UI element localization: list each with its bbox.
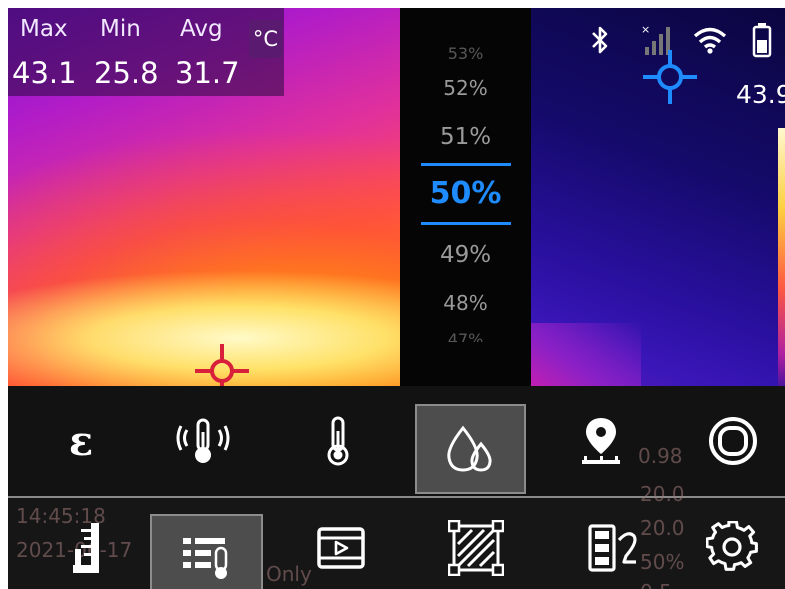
bluetooth-icon: [586, 22, 614, 58]
min-label: Min: [100, 16, 141, 42]
emissivity-button[interactable]: ε: [26, 398, 136, 484]
wheel-selection-bottom-line: [421, 222, 511, 225]
max-label: Max: [20, 16, 68, 42]
distance-pin-icon: [581, 418, 620, 464]
min-value: 25.8: [94, 56, 159, 90]
humidity-button[interactable]: [415, 404, 526, 494]
palette-edit-button[interactable]: [563, 510, 663, 585]
wheel-option[interactable]: 48%: [400, 291, 531, 315]
video-icon: [317, 526, 365, 569]
avg-value: 31.7: [175, 56, 240, 90]
battery-icon: [750, 22, 774, 58]
temperature-list-button[interactable]: [150, 514, 263, 589]
thermal-hot-corner: [531, 323, 641, 393]
reflected-temperature-button[interactable]: [148, 398, 258, 484]
distance-button[interactable]: [553, 398, 648, 484]
humidity-picker-wheel[interactable]: 53% 52% 51% 50% 49% 48% 47%: [400, 8, 531, 393]
wheel-option-selected[interactable]: 50%: [400, 176, 531, 211]
unit-toggle-button[interactable]: °C: [249, 20, 282, 58]
temperature-button[interactable]: [283, 398, 393, 484]
function-toolbar: 14:45:18 2021-06-17 Only 20.0 20.0 50% 0…: [8, 482, 785, 589]
max-temperature-crosshair[interactable]: [641, 48, 699, 110]
cursor-temperature-value: 43.9: [736, 80, 785, 109]
temperature-stats-panel: Max Min Avg 43.1 25.8 31.7: [8, 8, 284, 96]
temperature-list-icon: [182, 537, 227, 579]
video-button[interactable]: [286, 510, 396, 585]
parameter-toolbar: 0.98 ε: [8, 386, 785, 496]
area-box-icon: [448, 519, 504, 576]
color-scale-bar: [778, 128, 785, 393]
wheel-option[interactable]: 53%: [400, 44, 531, 62]
avg-label: Avg: [180, 16, 223, 42]
wheel-selection-top-line: [421, 163, 511, 166]
humidity-drops-icon: [446, 425, 492, 472]
circle-target-icon: [709, 417, 757, 465]
reflected-temperature-icon: [176, 418, 230, 463]
measure-tool-button[interactable]: [30, 510, 140, 585]
spot-target-button[interactable]: [688, 398, 778, 484]
wheel-option[interactable]: 47%: [400, 330, 531, 342]
settings-button[interactable]: [688, 510, 778, 585]
ruler-icon: [73, 522, 99, 573]
ghost-reflected-value: 20.0: [640, 482, 685, 506]
emissivity-icon: ε: [68, 417, 94, 465]
thermometer-icon: [327, 416, 349, 466]
palette-edit-icon: [588, 523, 637, 572]
gear-icon: [706, 520, 758, 571]
wheel-option[interactable]: 52%: [400, 76, 531, 100]
wheel-option[interactable]: 49%: [400, 242, 531, 268]
svg-text:×: ×: [641, 23, 650, 36]
max-value: 43.1: [12, 56, 77, 90]
area-box-button[interactable]: [416, 510, 536, 585]
thermal-camera-screen: 53% 52% 51% 50% 49% 48% 47% Max Min Avg …: [8, 8, 785, 589]
wheel-option[interactable]: 51%: [400, 124, 531, 150]
